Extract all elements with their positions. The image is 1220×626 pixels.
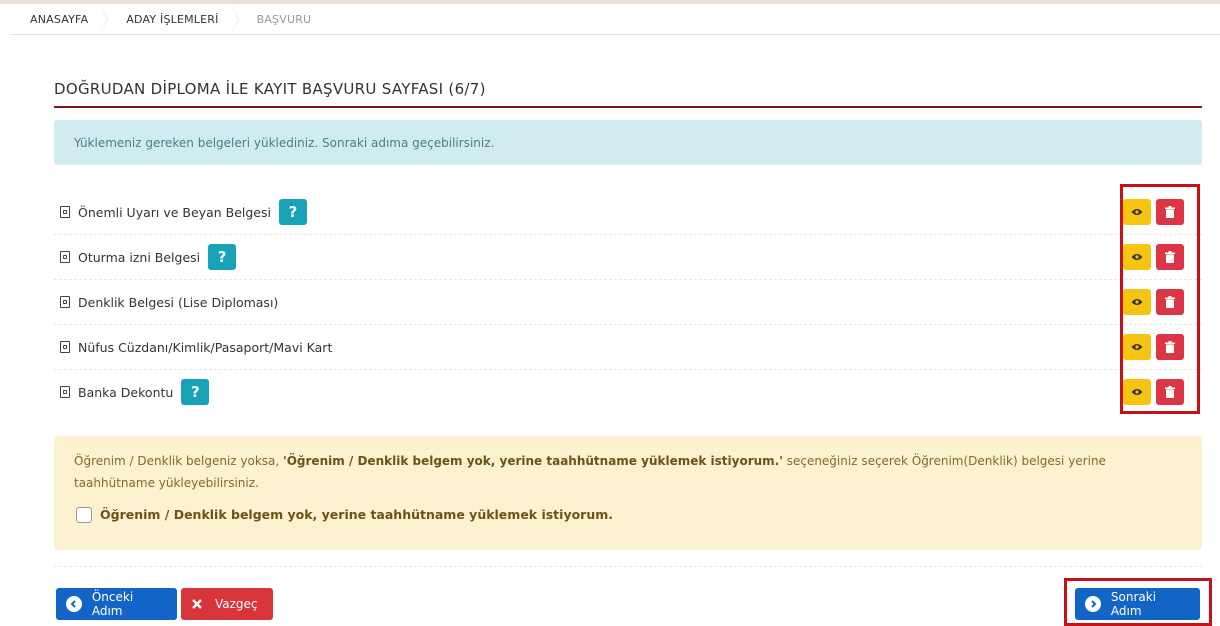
info-alert-text: Yüklemeniz gereken belgeleri yüklediniz.…: [74, 135, 495, 150]
document-row: Banka Dekontu ?: [54, 370, 1202, 414]
trash-icon: [1165, 206, 1175, 218]
file-icon: [60, 341, 70, 353]
view-button[interactable]: [1123, 334, 1151, 360]
breadcrumb-application: BAŞVURU: [256, 12, 312, 26]
eye-icon: [1131, 209, 1143, 215]
info-alert: Yüklemeniz gereken belgeleri yüklediniz.…: [54, 120, 1202, 165]
document-actions: [1123, 379, 1184, 405]
help-button[interactable]: ?: [208, 244, 237, 270]
help-button[interactable]: ?: [278, 199, 307, 225]
delete-button[interactable]: [1156, 334, 1184, 360]
title-divider: [54, 106, 1202, 108]
warning-text-start: Öğrenim / Denklik belgeniz yoksa,: [74, 454, 284, 468]
arrow-right-circle-icon: [1085, 596, 1101, 612]
trash-icon: [1165, 386, 1175, 398]
page-title: DOĞRUDAN DİPLOMA İLE KAYIT BAŞVURU SAYFA…: [54, 80, 486, 98]
warning-box: Öğrenim / Denklik belgeniz yoksa, 'Öğren…: [54, 436, 1202, 550]
warning-text-bold: 'Öğrenim / Denklik belgem yok, yerine ta…: [283, 454, 783, 468]
view-button[interactable]: [1123, 244, 1151, 270]
document-label: Denklik Belgesi (Lise Diploması): [78, 294, 279, 310]
view-button[interactable]: [1123, 289, 1151, 315]
document-actions: [1123, 199, 1184, 225]
next-step-label: Sonraki Adım: [1110, 590, 1157, 618]
delete-button[interactable]: [1156, 379, 1184, 405]
footer-divider: [54, 566, 1202, 567]
breadcrumb: ANASAYFA ADAY İŞLEMLERİ BAŞVURU: [10, 4, 1220, 35]
file-icon: [60, 386, 70, 398]
warning-text: Öğrenim / Denklik belgeniz yoksa, 'Öğren…: [74, 450, 1182, 494]
breadcrumb-home[interactable]: ANASAYFA: [10, 4, 109, 34]
eye-icon: [1131, 254, 1143, 260]
cancel-button[interactable]: Vazgeç: [181, 588, 273, 620]
previous-step-button[interactable]: Önceki Adım: [56, 588, 177, 620]
document-row: Oturma izni Belgesi ?: [54, 235, 1202, 280]
commitment-checkbox-label[interactable]: Öğrenim / Denklik belgem yok, yerine taa…: [100, 504, 613, 526]
breadcrumb-candidate-operations[interactable]: ADAY İŞLEMLERİ: [108, 4, 239, 34]
commitment-checkbox[interactable]: [76, 507, 92, 523]
eye-icon: [1131, 389, 1143, 395]
delete-button[interactable]: [1156, 244, 1184, 270]
cancel-label: Vazgeç: [215, 597, 258, 611]
document-actions: [1123, 334, 1184, 360]
close-icon: [192, 599, 202, 609]
trash-icon: [1165, 296, 1175, 308]
document-label: Banka Dekontu: [78, 384, 174, 400]
document-actions: [1123, 244, 1184, 270]
delete-button[interactable]: [1156, 289, 1184, 315]
delete-button[interactable]: [1156, 199, 1184, 225]
document-actions: [1123, 289, 1184, 315]
document-row: Nüfus Cüzdanı/Kimlik/Pasaport/Mavi Kart: [54, 325, 1202, 370]
document-row: Denklik Belgesi (Lise Diploması): [54, 280, 1202, 325]
previous-step-label: Önceki Adım: [91, 590, 134, 618]
trash-icon: [1165, 341, 1175, 353]
help-button[interactable]: ?: [181, 379, 210, 405]
eye-icon: [1131, 344, 1143, 350]
view-button[interactable]: [1123, 199, 1151, 225]
document-label: Önemli Uyarı ve Beyan Belgesi: [78, 204, 271, 220]
eye-icon: [1131, 299, 1143, 305]
arrow-left-circle-icon: [66, 596, 82, 612]
commitment-checkbox-row[interactable]: Öğrenim / Denklik belgem yok, yerine taa…: [74, 504, 1182, 526]
view-button[interactable]: [1123, 379, 1151, 405]
file-icon: [60, 251, 70, 263]
document-label: Oturma izni Belgesi: [78, 249, 201, 265]
trash-icon: [1165, 251, 1175, 263]
document-label: Nüfus Cüzdanı/Kimlik/Pasaport/Mavi Kart: [78, 339, 333, 355]
file-icon: [60, 206, 70, 218]
document-row: Önemli Uyarı ve Beyan Belgesi ?: [54, 190, 1202, 235]
file-icon: [60, 296, 70, 308]
next-step-button[interactable]: Sonraki Adım: [1075, 588, 1200, 620]
